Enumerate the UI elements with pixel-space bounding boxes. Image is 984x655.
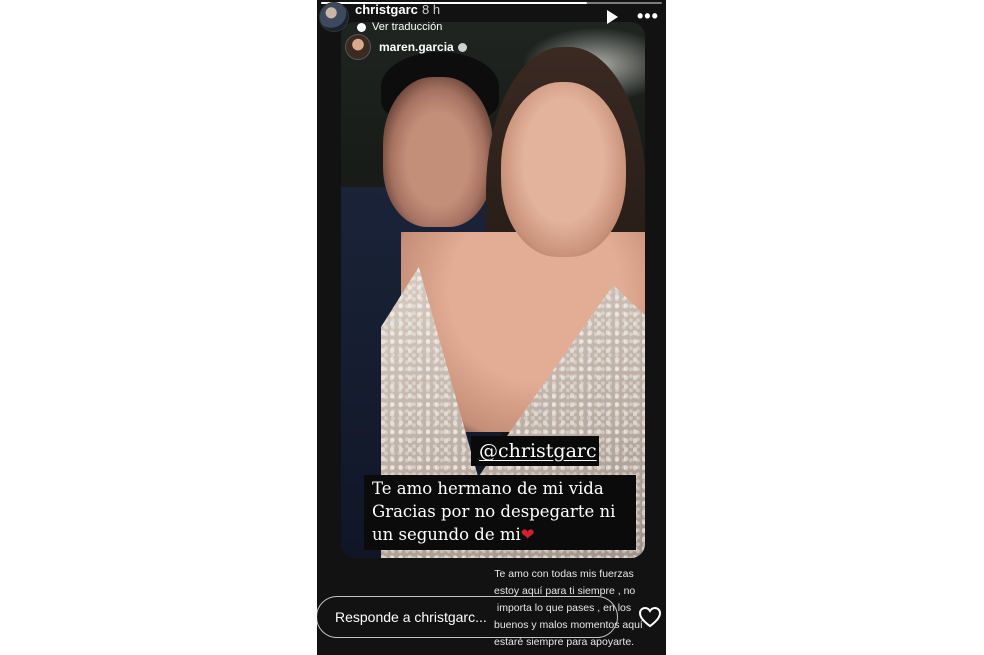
overlay-line-2: estoy aquí para ti siempre , no: [494, 585, 636, 597]
overlay-line-4: buenos y malos momentos aquí: [494, 619, 643, 631]
overlay-line-3: importa lo que pases , en los: [496, 602, 632, 614]
story-timestamp: 8 h: [422, 2, 441, 17]
caption-line-1: Te amo hermano de mi vida: [372, 479, 604, 498]
verified-icon: [457, 42, 467, 52]
caption-line-2: Gracias por no despegarte ni: [372, 502, 616, 521]
translate-label: Ver traducción: [372, 21, 443, 33]
story-username[interactable]: christgarc: [355, 2, 418, 17]
more-icon[interactable]: •••: [637, 7, 659, 25]
heart-icon[interactable]: [638, 606, 662, 628]
mention-text: @christgarc: [479, 440, 597, 462]
reply-placeholder: Responde a christgarc...: [335, 609, 487, 625]
overlay-line-1: Te amo con todas mis fuerzas: [494, 568, 634, 580]
story-viewer[interactable]: maren.garcia christgarc 8 h Ver traducci…: [317, 0, 666, 655]
reshared-avatar: [345, 34, 371, 60]
caption-line-3: un segundo de mi❤: [372, 523, 628, 546]
avatar[interactable]: [319, 2, 349, 32]
caption-line-3-text: un segundo de mi: [372, 525, 521, 544]
translate-link[interactable]: Ver traducción: [357, 21, 442, 33]
reshared-user[interactable]: maren.garcia: [345, 34, 467, 60]
story-header: christgarc 8 h Ver traducción •••: [317, 0, 666, 36]
globe-icon: [357, 22, 366, 32]
reshared-username: maren.garcia: [379, 40, 454, 54]
overlay-message: Te amo con todas mis fuerzas estoy aquí …: [494, 566, 643, 651]
photo-woman-face: [501, 82, 626, 257]
mention-sticker[interactable]: @christgarc: [471, 436, 599, 466]
caption-text-box: Te amo hermano de mi vida Gracias por no…: [364, 475, 636, 550]
play-icon[interactable]: [607, 10, 618, 24]
photo-man-face: [383, 77, 493, 227]
overlay-line-5: estaré siempre para apoyarte.: [494, 636, 635, 648]
heart-emoji: ❤: [520, 525, 535, 544]
